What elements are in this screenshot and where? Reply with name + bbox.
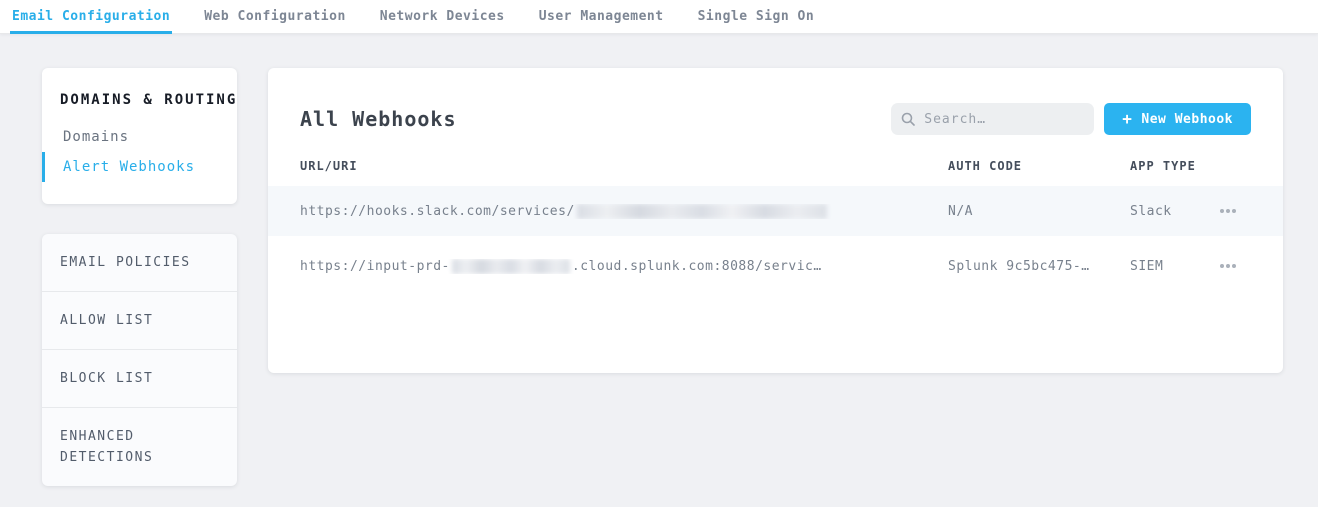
- policy-categories-card: EMAIL POLICIES ALLOW LIST BLOCK LIST ENH…: [42, 234, 237, 486]
- top-nav: Email Configuration Web Configuration Ne…: [0, 0, 1318, 34]
- webhook-app-type: SIEM: [1130, 259, 1205, 274]
- content-area: DOMAINS & ROUTING Domains Alert Webhooks…: [0, 34, 1318, 486]
- row-menu-button[interactable]: [1216, 254, 1240, 278]
- table-row[interactable]: https://hooks.slack.com/services/ N/A Sl…: [268, 186, 1283, 236]
- ellipsis-icon: [1226, 209, 1230, 213]
- plus-icon: +: [1122, 111, 1132, 127]
- sidebar-item-domains[interactable]: Domains: [42, 122, 237, 152]
- new-webhook-button[interactable]: + New Webhook: [1104, 103, 1251, 135]
- redacted-blur: [577, 204, 827, 219]
- redacted-blur: [452, 259, 570, 274]
- webhooks-table: URL/URI AUTH CODE APP TYPE https://hooks…: [268, 159, 1283, 296]
- sidebar-item-enhanced-detections[interactable]: ENHANCED DETECTIONS: [42, 408, 237, 486]
- sidebar: DOMAINS & ROUTING Domains Alert Webhooks…: [42, 68, 237, 486]
- sidebar-item-alert-webhooks[interactable]: Alert Webhooks: [42, 152, 237, 182]
- webhook-app-type: Slack: [1130, 204, 1205, 219]
- sidebar-item-block-list[interactable]: BLOCK LIST: [42, 350, 237, 408]
- page: Email Configuration Web Configuration Ne…: [0, 0, 1318, 507]
- webhook-url: https://input-prd-.cloud.splunk.com:8088…: [300, 259, 948, 274]
- webhook-url: https://hooks.slack.com/services/: [300, 204, 948, 219]
- search-box: [891, 103, 1094, 135]
- new-webhook-button-label: New Webhook: [1141, 112, 1233, 127]
- domains-routing-card: DOMAINS & ROUTING Domains Alert Webhooks: [42, 68, 237, 204]
- search-input[interactable]: [924, 112, 1084, 127]
- webhook-auth-code: N/A: [948, 204, 1130, 219]
- column-header-app-type: APP TYPE: [1130, 159, 1205, 173]
- webhooks-panel: All Webhooks + New Webhook URL/URI: [268, 68, 1283, 373]
- panel-header: All Webhooks + New Webhook: [268, 68, 1283, 159]
- page-title: All Webhooks: [300, 107, 457, 131]
- table-header-row: URL/URI AUTH CODE APP TYPE: [268, 159, 1283, 186]
- sidebar-item-allow-list[interactable]: ALLOW LIST: [42, 292, 237, 350]
- column-header-url: URL/URI: [300, 159, 948, 173]
- sidebar-item-email-policies[interactable]: EMAIL POLICIES: [42, 234, 237, 292]
- tab-single-sign-on[interactable]: Single Sign On: [696, 0, 817, 33]
- search-icon: [901, 112, 915, 126]
- tab-user-management[interactable]: User Management: [537, 0, 666, 33]
- row-menu-button[interactable]: [1216, 199, 1240, 223]
- tab-network-devices[interactable]: Network Devices: [378, 0, 507, 33]
- column-header-auth-code: AUTH CODE: [948, 159, 1130, 173]
- table-row[interactable]: https://input-prd-.cloud.splunk.com:8088…: [268, 236, 1283, 296]
- tab-email-configuration[interactable]: Email Configuration: [10, 0, 172, 33]
- ellipsis-icon: [1226, 264, 1230, 268]
- webhook-auth-code: Splunk 9c5bc475-…: [948, 259, 1130, 274]
- routing-card-title: DOMAINS & ROUTING: [42, 92, 237, 108]
- tab-web-configuration[interactable]: Web Configuration: [202, 0, 348, 33]
